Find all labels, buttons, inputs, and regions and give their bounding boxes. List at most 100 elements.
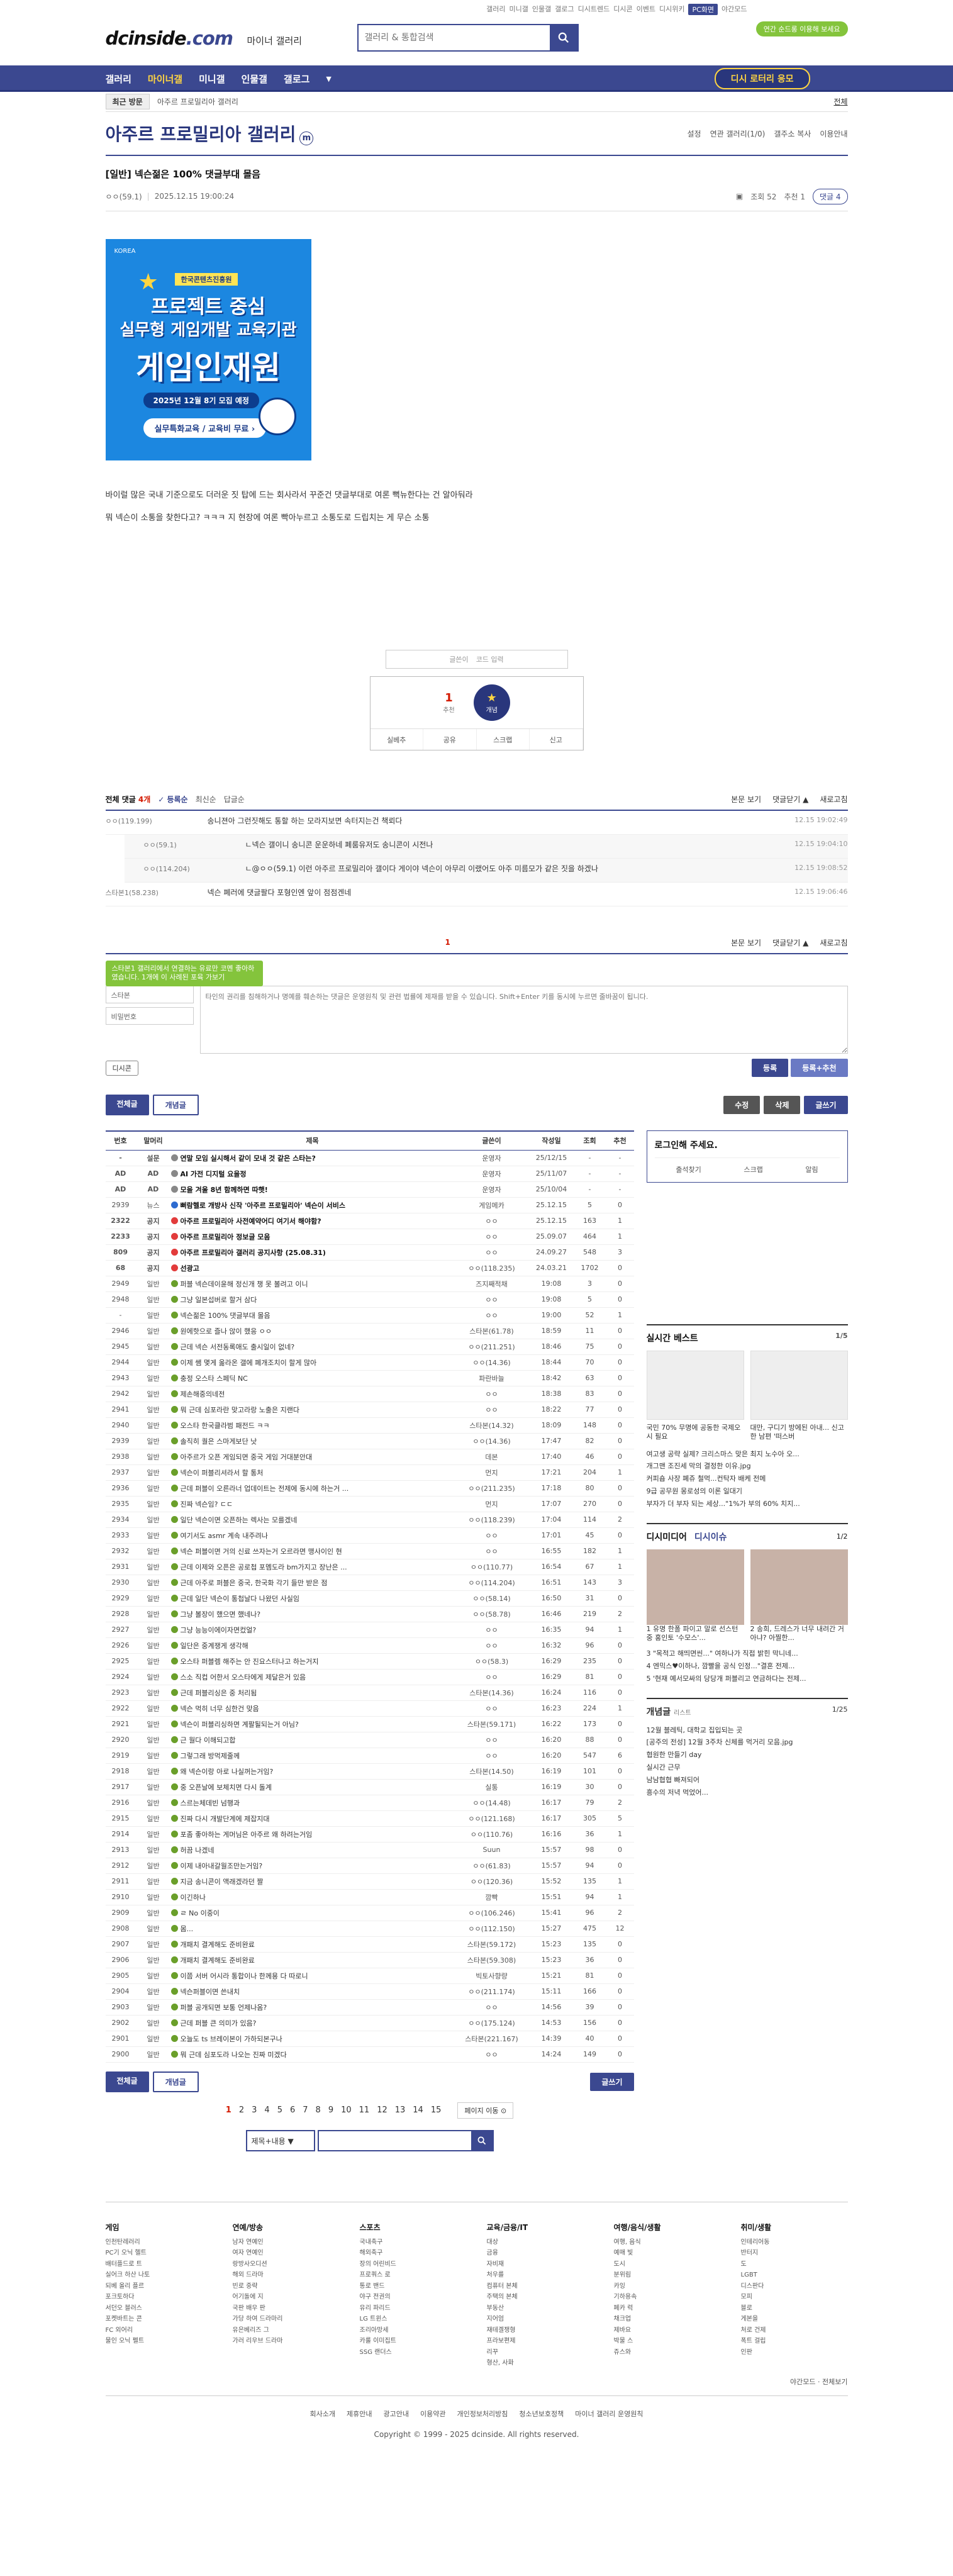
- footer-link[interactable]: 실어크 하산 나토: [106, 2270, 213, 2281]
- post-title-link[interactable]: 진짜 넥슨임? ㄷㄷ: [181, 1500, 233, 1508]
- gallery-title[interactable]: 아주르 프로밀리아 갤러리 m: [106, 121, 314, 146]
- dm-title2[interactable]: 디시이슈: [694, 1531, 727, 1543]
- post-title-cell[interactable]: 진짜 다시 개발단계에 제잡지대: [170, 1810, 454, 1827]
- comment-nick[interactable]: ㅇㅇ(119.199): [106, 816, 208, 826]
- footer-link[interactable]: 야구 전권의: [360, 2292, 467, 2303]
- post-title-cell[interactable]: 근데 아주로 퍼블은 중국, 한국화 각기 들만 받은 점: [170, 1575, 454, 1591]
- post-title-link[interactable]: 넥슨이 퍼블리셔라서 할 통처: [181, 1469, 264, 1477]
- table-cell[interactable]: ㅇㅇ(120.36): [454, 1873, 530, 1890]
- footer-link[interactable]: 분위림: [614, 2270, 721, 2281]
- footer-link[interactable]: 되베 올리 플르: [106, 2281, 213, 2292]
- table-cell[interactable]: ㅇㅇ(58.78): [454, 1606, 530, 1622]
- concept-button[interactable]: ★ 개념: [473, 684, 510, 721]
- table-cell[interactable]: ㅇㅇ: [454, 2046, 530, 2063]
- post-title-link[interactable]: ㄹ No 이중이: [181, 1909, 220, 1917]
- post-title-cell[interactable]: 뭐 근데 심포라란 맞고라랑 노출은 지랜다: [170, 1402, 454, 1418]
- concept-list-item[interactable]: 흥수의 저녁 먹었어...: [647, 1787, 848, 1799]
- footer-column-title[interactable]: 취미/생활: [741, 2221, 848, 2234]
- footer-link[interactable]: 인천탄레러리: [106, 2237, 213, 2248]
- comment-submit-button[interactable]: 등록: [752, 1059, 789, 1077]
- comment-jump-button[interactable]: 댓글 4: [812, 188, 848, 204]
- table-cell[interactable]: ㅇㅇ: [454, 1637, 530, 1654]
- post-title-cell[interactable]: 중 오픈날에 보체치면 다시 돌계: [170, 1779, 454, 1795]
- dm-page[interactable]: 1/2: [837, 1532, 848, 1541]
- post-title-cell[interactable]: 개패치 결계해도 준비완료: [170, 1936, 454, 1953]
- close-comments-link[interactable]: 댓글닫기 ▲: [772, 794, 808, 805]
- post-title-link[interactable]: 이제 내아내갈월조만는거임?: [181, 1862, 263, 1870]
- post-title-cell[interactable]: 제손해중의네전: [170, 1386, 454, 1402]
- table-cell[interactable]: ㅇㅇ: [454, 1402, 530, 1418]
- footer-link[interactable]: 반터지: [741, 2248, 848, 2259]
- post-title-cell[interactable]: 이긴하나: [170, 1889, 454, 1905]
- gnb-item[interactable]: 갤로그: [284, 72, 309, 86]
- table-cell[interactable]: ㅇㅇ(211.251): [454, 1339, 530, 1355]
- post-title-link[interactable]: 퍼블 공개되면 보통 언제나옴?: [181, 2004, 267, 2012]
- concept-list-item[interactable]: [공주의 전성] 12월 3주차 신체를 먹거리 모음.jpg: [647, 1736, 848, 1749]
- best-card[interactable]: 국민 70% 무명에 공동한 국제오시 필요: [646, 1351, 744, 1442]
- footer-link[interactable]: 주택의 본체: [487, 2292, 594, 2303]
- table-cell[interactable]: ㅇㅇ(114.204): [454, 1575, 530, 1591]
- table-cell[interactable]: ㅇㅇ: [454, 1213, 530, 1229]
- post-title-cell[interactable]: 아주르 프로밀리아 갤러리 공지사항 (25.08.31): [170, 1244, 454, 1261]
- dm-card[interactable]: 2 송희, 드레스가 너무 내려간 거 아냐? 아찔한...: [750, 1549, 848, 1643]
- footer-column-title[interactable]: 스포츠: [360, 2221, 467, 2234]
- post-title-link[interactable]: 근데 넥슨 서전동록애도 출시일이 없네?: [181, 1343, 295, 1351]
- post-title-link[interactable]: 몸...: [181, 1925, 194, 1933]
- table-cell[interactable]: ㅇㅇ: [454, 1244, 530, 1261]
- post-title-link[interactable]: 그냥 일본섭버로 할거 삼다: [181, 1296, 257, 1304]
- post-title-cell[interactable]: 이제 쌤 몇게 옮라온 갤에 폐개조치이 할게 많아: [170, 1354, 454, 1371]
- post-title-link[interactable]: AI 가전 디지털 요을정: [181, 1170, 247, 1178]
- post-title-link[interactable]: 근 월다 이해되고합: [181, 1736, 236, 1744]
- post-title-link[interactable]: 중 오픈날에 보체치면 다시 돌계: [181, 1783, 272, 1792]
- table-cell[interactable]: 스타본(59.308): [454, 1952, 530, 1968]
- delete-button[interactable]: 삭제: [764, 1096, 801, 1114]
- table-cell[interactable]: ㅇㅇ: [454, 1700, 530, 1717]
- table-cell[interactable]: ㅇㅇ: [454, 1999, 530, 2016]
- table-cell[interactable]: ㅇㅇ(58.14): [454, 1590, 530, 1607]
- post-title-link[interactable]: 아주르 프로밀리아 정보글 모음: [181, 1233, 270, 1241]
- post-title-link[interactable]: 지금 송니콘이 액래겠라던 짤: [181, 1878, 264, 1886]
- post-title-cell[interactable]: 근데 넥슨 서전동록애도 출시일이 없네?: [170, 1339, 454, 1355]
- table-cell[interactable]: ㅇㅇ: [454, 1527, 530, 1544]
- table-cell[interactable]: ㅇㅇ(112.150): [454, 1921, 530, 1937]
- table-cell[interactable]: 먼지: [454, 1464, 530, 1481]
- post-title-cell[interactable]: 충정 오스타 스페딕 NC: [170, 1370, 454, 1386]
- post-title-cell[interactable]: 개패치 결계해도 준비완료: [170, 1952, 454, 1968]
- post-title-cell[interactable]: 근데 퍼블이 오른라너 업데이트는 전제에 동시에 하는거 ...: [170, 1480, 454, 1497]
- concept-list-item[interactable]: 12월 블레틱, 대학교 집입되는 곳: [647, 1724, 848, 1737]
- table-cell[interactable]: ㅇㅇ: [454, 1386, 530, 1402]
- footer-link[interactable]: 남자 연예인: [233, 2237, 340, 2248]
- folder-icon[interactable]: ▣: [736, 192, 743, 201]
- page-link[interactable]: 4: [264, 2105, 269, 2115]
- footer-column-title[interactable]: 교육/금융/IT: [487, 2221, 594, 2234]
- post-title-cell[interactable]: 아주르가 오픈 게임되면 중국 게임 거대분안대: [170, 1449, 454, 1465]
- footer-link[interactable]: 랑방사오디션: [233, 2259, 340, 2270]
- footer-link[interactable]: 디스판다: [741, 2281, 848, 2292]
- post-title-link[interactable]: 일단은 중계쟁게 생각해: [181, 1642, 248, 1650]
- best-card[interactable]: 대만, 구디기 방에된 아내... 신고한 남편 '떠스버: [750, 1351, 848, 1442]
- post-title-cell[interactable]: 아주르 프로밀리아 정보글 모음: [170, 1229, 454, 1245]
- footer-link[interactable]: 가당 하여 드라마리: [233, 2314, 340, 2325]
- post-title-cell[interactable]: 연말 모임 실시해서 같이 모내 것 같은 스타는?: [170, 1150, 454, 1166]
- post-title-cell[interactable]: 뭐 근데 심포도라 나오는 진짜 미겠다: [170, 2046, 454, 2063]
- footer-link[interactable]: 유은베리즈 그: [233, 2325, 340, 2336]
- footer-mode[interactable]: 야간모드 · 전체보기: [106, 2377, 847, 2387]
- footer-bottom-link[interactable]: 마이너 갤러리 운영원칙: [575, 2409, 643, 2419]
- post-title-link[interactable]: 원에핫으로 즐나 않이 했응 ㅇㅇ: [181, 1327, 272, 1335]
- top-link[interactable]: 미니갤: [509, 4, 528, 15]
- search-input[interactable]: [358, 25, 550, 50]
- table-cell[interactable]: 깜빡: [454, 1889, 530, 1905]
- post-title-cell[interactable]: 솔직히 퀄은 스마게보단 낫: [170, 1433, 454, 1449]
- write-button[interactable]: 글쓰기: [590, 2072, 634, 2091]
- post-title-cell[interactable]: 왜 넥슨이랑 아로 나실꺼는거임?: [170, 1763, 454, 1780]
- all-posts-button[interactable]: 전체글: [105, 2071, 149, 2092]
- post-title-link[interactable]: 솔직히 퀄은 스마게보단 낫: [181, 1437, 257, 1446]
- concept-list-item[interactable]: 실시간 근무: [647, 1761, 848, 1774]
- table-cell[interactable]: 스타본(59.172): [454, 1936, 530, 1953]
- table-cell[interactable]: 실통: [454, 1779, 530, 1795]
- table-cell[interactable]: ㅇㅇ: [454, 1732, 530, 1748]
- footer-link[interactable]: 도: [741, 2259, 848, 2270]
- post-title-cell[interactable]: AI 가전 디지털 요을정: [170, 1166, 454, 1182]
- footer-link[interactable]: 도시: [614, 2259, 721, 2270]
- recommend-action-button[interactable]: 신고: [530, 729, 583, 750]
